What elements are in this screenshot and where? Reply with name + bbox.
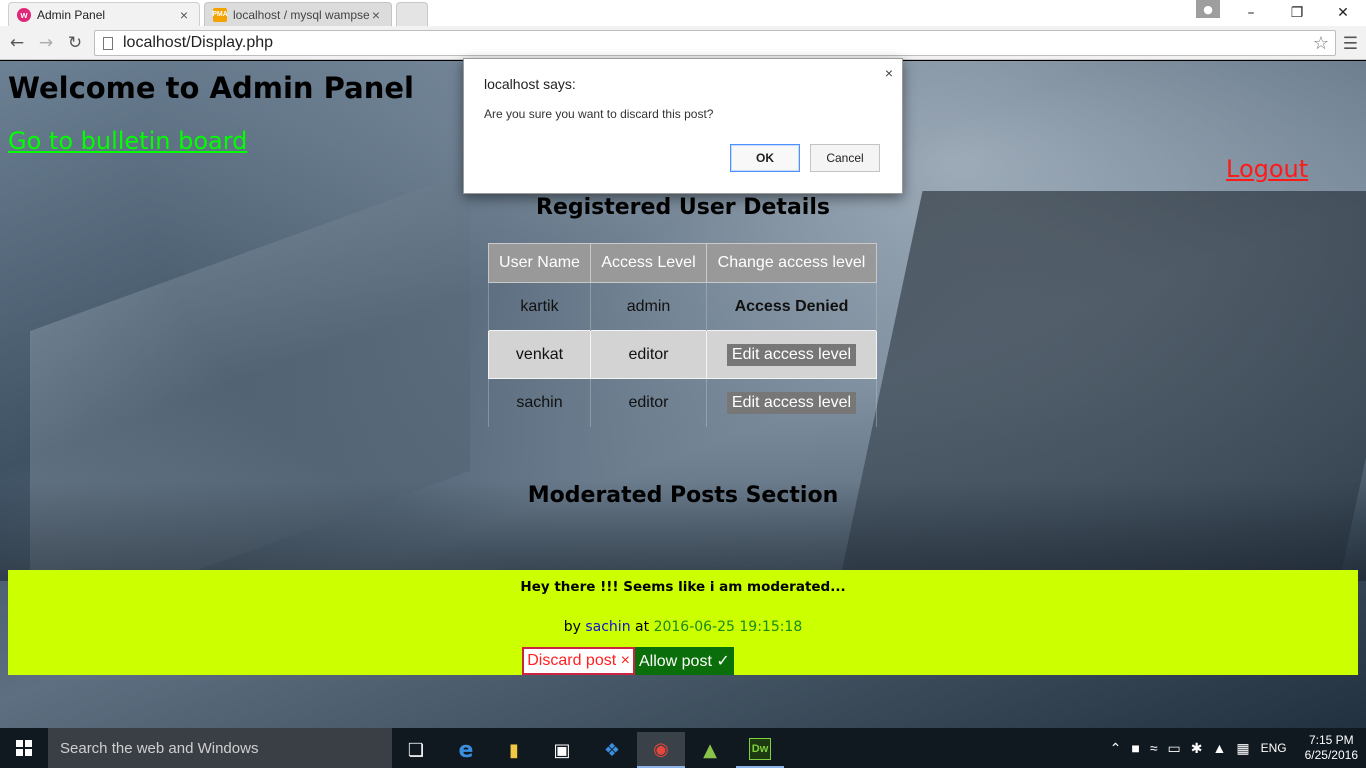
table-header-row: User Name Access Level Change access lev… — [488, 243, 877, 283]
browser-toolbar: ← → ↻ localhost/Display.php ☆ ☰ — [0, 26, 1366, 60]
by-label: by — [563, 619, 581, 635]
forward-arrow-icon[interactable]: → — [35, 32, 57, 54]
new-tab-button[interactable] — [396, 2, 428, 26]
bulletin-board-link[interactable]: Go to bulletin board — [8, 127, 247, 155]
bookmark-star-icon[interactable]: ☆ — [1313, 33, 1329, 54]
browser-tab-bar: w Admin Panel × PMA localhost / mysql wa… — [0, 0, 1366, 26]
column-header: Change access level — [706, 243, 877, 283]
tab-phpmyadmin[interactable]: PMA localhost / mysql wampse × — [204, 2, 392, 26]
wamp-icon: w — [17, 7, 31, 22]
allow-post-button[interactable]: Allow post ✓ — [634, 647, 734, 675]
access-level-cell: editor — [590, 330, 707, 379]
edit-access-level-button[interactable]: Edit access level — [726, 343, 857, 366]
phpmyadmin-icon: PMA — [212, 7, 228, 22]
registered-users-heading: Registered User Details — [536, 195, 830, 220]
close-icon[interactable]: × — [369, 7, 383, 23]
discard-post-button[interactable]: Discard post × — [522, 647, 635, 675]
logout-link[interactable]: Logout — [1226, 155, 1308, 183]
taskbar: Search the web and Windows ❏ e ▮ ▣ ❖ ◉ ▲… — [0, 728, 1366, 768]
confirm-dialog: localhost says: × Are you sure you want … — [463, 58, 903, 194]
post-date: 2016-06-25 19:15:18 — [653, 619, 803, 635]
windows-logo-icon — [16, 740, 32, 756]
start-button[interactable] — [0, 728, 48, 768]
at-label: at — [635, 619, 650, 635]
column-header: Access Level — [590, 243, 707, 283]
volume-mute-icon[interactable]: ▲ — [1213, 740, 1227, 756]
access-denied-text: Access Denied — [706, 282, 877, 331]
tab-title: Admin Panel — [37, 7, 106, 22]
access-level-cell: editor — [590, 378, 707, 427]
file-explorer-icon[interactable]: ▮ — [490, 732, 538, 768]
page-icon — [103, 36, 113, 50]
restore-icon[interactable]: ❐ — [1274, 0, 1320, 26]
page-title: Welcome to Admin Panel — [8, 71, 414, 105]
cancel-button[interactable]: Cancel — [810, 144, 880, 172]
tab-admin-panel[interactable]: w Admin Panel × — [8, 2, 200, 26]
back-arrow-icon[interactable]: ← — [6, 32, 28, 54]
url-text[interactable]: localhost/Display.php — [123, 34, 1313, 52]
system-tray: ⌃ ■ ≈ ▭ ✱ ▲ ▦ ENG 7:15 PM 6/25/2016 — [1105, 728, 1366, 768]
dropbox-icon[interactable]: ❖ — [588, 732, 636, 768]
clock[interactable]: 7:15 PM 6/25/2016 — [1305, 733, 1358, 763]
address-bar[interactable]: localhost/Display.php ☆ — [94, 30, 1336, 56]
people-icon[interactable]: ■ — [1131, 740, 1139, 756]
post-author: sachin — [585, 619, 631, 635]
post-text: Hey there !!! Seems like i am moderated.… — [520, 579, 846, 595]
dreamweaver-icon[interactable]: Dw — [736, 732, 784, 768]
user-profile-icon[interactable]: ● — [1196, 0, 1220, 18]
tab-title: localhost / mysql wampse — [233, 7, 369, 22]
language-indicator[interactable]: ENG — [1261, 741, 1287, 755]
column-header: User Name — [488, 243, 591, 283]
user-name-cell: venkat — [488, 330, 591, 379]
moderated-posts-heading: Moderated Posts Section — [527, 483, 839, 508]
user-name-cell: kartik — [488, 282, 591, 331]
network-icon[interactable]: ✱ — [1191, 740, 1203, 757]
menu-icon[interactable]: ☰ — [1343, 34, 1358, 54]
notification-icon[interactable]: ▦ — [1236, 740, 1249, 757]
dialog-close-icon[interactable]: × — [885, 65, 893, 81]
wifi-icon[interactable]: ≈ — [1150, 740, 1158, 756]
table-row: kartik admin Access Denied — [488, 282, 877, 331]
window-controls: – ❐ ✕ — [1228, 0, 1366, 26]
battery-icon[interactable]: ▭ — [1168, 740, 1181, 757]
taskbar-search[interactable]: Search the web and Windows — [48, 728, 392, 768]
store-icon[interactable]: ▣ — [538, 732, 586, 768]
ok-button[interactable]: OK — [730, 144, 800, 172]
user-name-cell: sachin — [488, 378, 591, 427]
minimize-icon[interactable]: – — [1228, 0, 1274, 26]
android-studio-icon[interactable]: ▲ — [686, 732, 734, 768]
dreamweaver-label: Dw — [749, 738, 771, 760]
users-table: User Name Access Level Change access lev… — [488, 243, 877, 427]
reload-icon[interactable]: ↻ — [64, 32, 86, 54]
task-view-icon[interactable]: ❏ — [392, 732, 440, 768]
post-meta: by sachin at 2016-06-25 19:15:18 — [8, 619, 1358, 635]
post-actions: Discard post × Allow post ✓ — [8, 647, 1358, 675]
table-row: venkat editor Edit access level — [488, 330, 877, 379]
edit-access-level-button[interactable]: Edit access level — [726, 391, 857, 414]
clock-date: 6/25/2016 — [1304, 748, 1358, 762]
dialog-title: localhost says: — [484, 76, 576, 92]
chrome-icon[interactable]: ◉ — [637, 732, 685, 768]
close-icon[interactable]: × — [177, 7, 191, 23]
change-access-cell: Edit access level — [706, 378, 877, 427]
chevron-up-icon[interactable]: ⌃ — [1110, 740, 1122, 757]
change-access-cell: Edit access level — [706, 330, 877, 379]
clock-time: 7:15 PM — [1308, 733, 1354, 747]
window-close-icon[interactable]: ✕ — [1320, 0, 1366, 26]
edge-icon[interactable]: e — [442, 732, 490, 768]
access-level-cell: admin — [590, 282, 707, 331]
moderated-post: Hey there !!! Seems like i am moderated.… — [8, 570, 1358, 675]
table-row: sachin editor Edit access level — [488, 378, 877, 427]
dialog-message: Are you sure you want to discard this po… — [484, 107, 714, 121]
